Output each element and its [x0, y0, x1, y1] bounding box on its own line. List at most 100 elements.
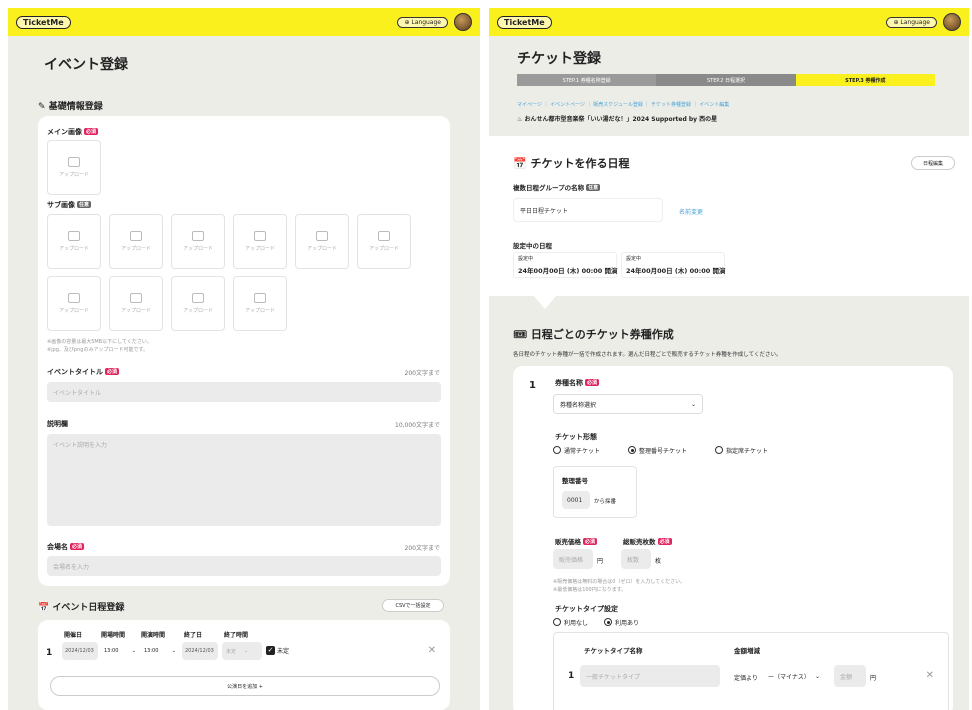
start-time-select[interactable]: 13:00 ⌄ [141, 642, 179, 660]
required-badge: 必須 [84, 128, 99, 135]
image-icon [68, 293, 80, 303]
breadcrumb-item[interactable]: チケット券種登録 [651, 102, 691, 108]
sub-image-upload[interactable]: アップロード [233, 214, 287, 269]
serial-input[interactable]: 0001 [562, 491, 590, 509]
radio-serial[interactable]: 整理番号チケット [628, 446, 687, 455]
image-icon [68, 157, 80, 167]
per-date-title: 🎟 日程ごとのチケット券種作成 [513, 328, 674, 341]
description-label: 説明欄 [47, 420, 68, 428]
description-limit: 10,000文字まで [395, 422, 440, 429]
breadcrumb-item[interactable]: 販売スケジュール登録 [593, 102, 643, 108]
sub-image-upload[interactable]: アップロード [109, 214, 163, 269]
image-note-2: ※jpg、及びpngのみアップロード可能です。 [47, 347, 148, 353]
required-badge: 必須 [105, 368, 120, 375]
start-date-input[interactable]: 2024/12/03 [62, 642, 98, 660]
item-number: 1 [529, 380, 536, 391]
sub-image-upload[interactable]: アップロード [47, 276, 101, 331]
ticket-type-card: 1 券種名称 必須 券種名称選択 ⌄ チケット形態 通常チケット 整理番号チケット … [513, 366, 953, 710]
section-title-basic: ✎ 基礎情報登録 [38, 99, 103, 112]
price-unit: 円 [597, 558, 604, 565]
ticket-name-select[interactable]: 券種名称選択 ⌄ [553, 394, 703, 414]
step-1: STEP.1 券種名称登録 [517, 74, 657, 86]
close-icon[interactable]: ✕ [926, 670, 934, 681]
event-name: ♨ おんせん都市型音楽祭「いい湯だな！」2024 Supported by 西の… [517, 114, 717, 123]
ticket-name-select-value: 券種名称選択 [560, 401, 597, 409]
close-icon[interactable]: ✕ [428, 645, 436, 656]
avatar[interactable] [943, 13, 961, 31]
description-textarea[interactable]: イベント説明を入力 [47, 434, 441, 526]
pencil-icon: ✎ [38, 102, 46, 112]
total-input[interactable]: 枚数 [621, 549, 651, 569]
language-button[interactable]: ⊕ Language [886, 16, 937, 28]
radio-icon [604, 618, 613, 626]
date-tag-value: 24年00月00日 (木) 00:00 開演 [518, 267, 618, 275]
upload-label: アップロード [306, 246, 337, 252]
sub-image-upload[interactable]: アップロード [171, 276, 225, 331]
start-time-value: 13:00 [144, 648, 159, 654]
upload-label: アップロード [120, 246, 151, 252]
price-note-1: ※販売価格は無料の場合は0（ゼロ）を入力してください。 [553, 579, 686, 585]
serial-suffix: から採番 [594, 499, 617, 505]
col-type-name: チケットタイプ名称 [584, 647, 643, 655]
breadcrumb-item[interactable]: イベントページ [550, 102, 585, 108]
group-name-input[interactable]: 平日日程チケット [513, 198, 663, 222]
sub-image-upload[interactable]: アップロード [295, 214, 349, 269]
open-time-value: 13:00 [104, 648, 119, 654]
event-name-text: おんせん都市型音楽祭「いい湯だな！」2024 Supported by 西の星 [524, 116, 718, 123]
upload-label: アップロード [244, 308, 275, 314]
sub-image-upload[interactable]: アップロード [233, 276, 287, 331]
logo[interactable]: TicketMe [497, 15, 552, 29]
sub-image-label: サブ画像 任意 [47, 201, 92, 209]
col-start-date: 開催日 [64, 632, 83, 639]
minus-select-value: ー（マイナス） [768, 673, 810, 681]
amount-input[interactable]: 金額 [834, 665, 866, 687]
chevron-down-icon: ⌄ [244, 648, 249, 654]
required-badge: 必須 [583, 538, 598, 545]
csv-bulk-button[interactable]: CSVで一括設定 [382, 599, 444, 612]
add-date-button[interactable]: 公演日を追加 + [50, 676, 440, 696]
language-button[interactable]: ⊕ Language [397, 16, 448, 28]
date-tag[interactable]: 設定中 24年00月00日 (木) 00:00 開演 [621, 252, 726, 278]
event-title-input[interactable]: イベントタイトル [47, 382, 441, 402]
logo[interactable]: TicketMe [16, 15, 71, 29]
language-label: Language [411, 18, 441, 26]
end-date-input[interactable]: 2024/12/03 [182, 642, 218, 660]
chevron-down-icon: ⌄ [131, 648, 136, 654]
end-time-select[interactable]: 未定 ⌄ [222, 642, 262, 660]
venue-label: 会場名 必須 [47, 543, 85, 551]
undecided-checkbox[interactable]: ✓ 未定 [266, 646, 289, 655]
sub-image-upload[interactable]: アップロード [47, 214, 101, 269]
avatar[interactable] [454, 13, 472, 31]
col-amount: 金額増減 [734, 647, 760, 655]
edit-dates-button[interactable]: 日程編集 [911, 156, 955, 170]
radio-reserved[interactable]: 指定席チケット [715, 446, 768, 455]
col-open-time: 開場時間 [101, 632, 126, 639]
breadcrumb-item[interactable]: イベント編集 [699, 102, 729, 108]
sub-image-upload[interactable]: アップロード [109, 276, 163, 331]
radio-normal[interactable]: 通常チケット [553, 446, 600, 455]
ticket-registration-screen: TicketMe ⊕ Language チケット登録 STEP.1 券種名称登録… [489, 8, 969, 710]
music-icon: ♨ [517, 116, 523, 123]
type-name-input[interactable]: 一般チケットタイプ [580, 665, 720, 687]
sub-image-upload[interactable]: アップロード [171, 214, 225, 269]
breadcrumb-item[interactable]: マイページ [517, 102, 542, 108]
radio-type-off[interactable]: 利用なし [553, 618, 588, 627]
total-label: 総販売枚数 必須 [623, 538, 672, 546]
step-2: STEP.2 日程選択 [656, 74, 796, 86]
main-image-upload[interactable]: アップロード [47, 140, 101, 195]
radio-type-on[interactable]: 利用あり [604, 618, 639, 627]
upload-label: アップロード [368, 246, 399, 252]
change-name-link[interactable]: 名前変更 [679, 207, 703, 216]
chevron-down-icon: ⌄ [690, 400, 696, 408]
minus-select[interactable]: ー（マイナス） ⌄ [762, 667, 826, 685]
date-tag[interactable]: 設定中 24年00月00日 (木) 00:00 開演 [513, 252, 618, 278]
venue-input[interactable]: 会場名を入力 [47, 556, 441, 576]
price-input[interactable]: 販売価格 [553, 549, 593, 569]
image-icon [254, 231, 266, 241]
upload-label: アップロード [58, 172, 89, 178]
section-title-schedule: 📅 イベント日程登録 [38, 600, 124, 613]
open-time-select[interactable]: 13:00 ⌄ [101, 642, 139, 660]
sub-image-upload[interactable]: アップロード [357, 214, 411, 269]
image-icon [254, 293, 266, 303]
radio-icon [715, 446, 724, 454]
